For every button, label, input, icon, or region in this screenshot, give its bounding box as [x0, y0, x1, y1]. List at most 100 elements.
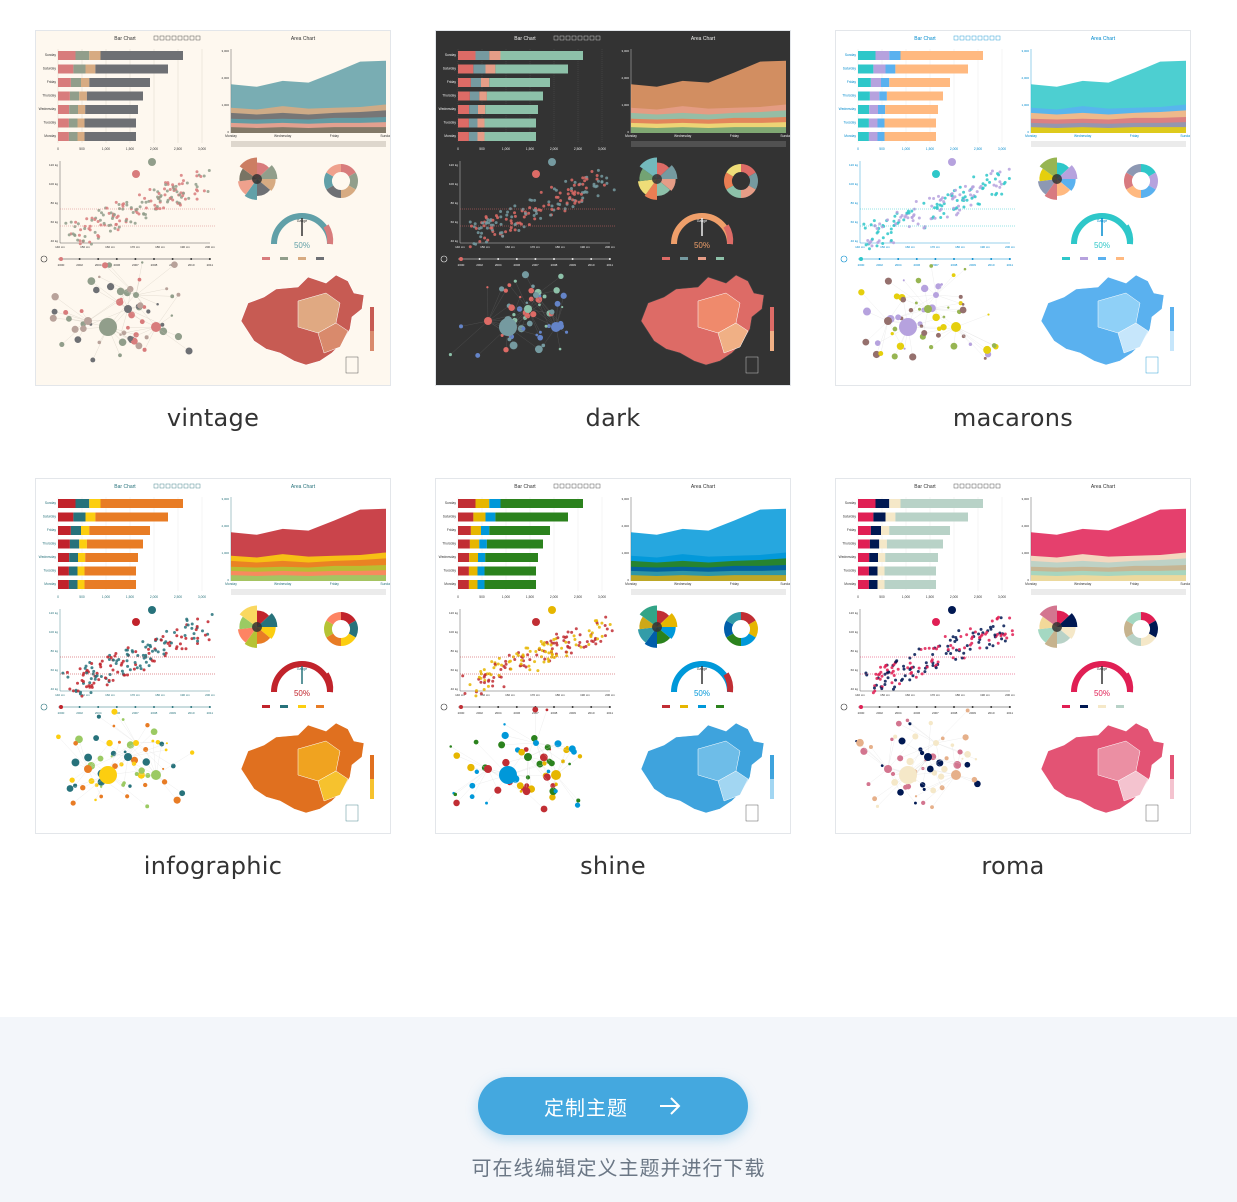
theme-thumbnail[interactable]: Bar Chart Sunday Saturday Friday Thursday Wed… — [35, 30, 391, 386]
timeline-point[interactable] — [97, 706, 100, 708]
timeline-point[interactable] — [497, 706, 500, 708]
visualmap-bar[interactable] — [370, 331, 374, 351]
timeline-point[interactable] — [971, 706, 974, 708]
timeline-point[interactable] — [878, 258, 881, 260]
legend-marker[interactable] — [280, 705, 288, 708]
timeline-point[interactable] — [134, 258, 137, 260]
timeline-point[interactable] — [553, 258, 555, 260]
theme-thumbnail[interactable]: Bar Chart Sunday Saturday Friday Thursday Wed… — [835, 30, 1191, 386]
legend-marker[interactable] — [280, 257, 288, 260]
theme-card-dark[interactable]: Bar Chart Sunday Saturday Friday Thursday Wed… — [435, 30, 791, 432]
visualmap-bar[interactable] — [770, 331, 774, 351]
legend-marker[interactable] — [662, 257, 670, 260]
timeline-point[interactable] — [478, 258, 481, 260]
theme-card-vintage[interactable]: Bar Chart Sunday Saturday Friday Thursday Wed… — [35, 30, 391, 432]
legend-marker[interactable] — [1098, 257, 1106, 260]
theme-card-roma[interactable]: Bar Chart Sunday Saturday Friday Thursday Wed… — [835, 478, 1191, 880]
legend-marker[interactable] — [698, 257, 706, 260]
timeline-point[interactable] — [134, 706, 137, 708]
timeline-point[interactable] — [608, 258, 611, 260]
timeline-point[interactable] — [953, 258, 955, 260]
legend-marker[interactable] — [298, 257, 306, 260]
customize-theme-button[interactable]: 定制主题 — [478, 1077, 748, 1135]
timeline-point[interactable] — [953, 706, 955, 708]
timeline-point[interactable] — [153, 258, 155, 260]
datazoom-slider[interactable] — [231, 589, 386, 595]
timeline-point[interactable] — [78, 706, 81, 708]
theme-card-macarons[interactable]: Bar Chart Sunday Saturday Friday Thursday Wed… — [835, 30, 1191, 432]
visualmap-bar[interactable] — [770, 779, 774, 799]
timeline-point[interactable] — [934, 706, 937, 708]
timeline-point[interactable] — [590, 706, 593, 708]
datazoom-slider[interactable] — [1031, 589, 1186, 595]
legend-marker[interactable] — [316, 257, 324, 260]
timeline-point[interactable] — [971, 258, 974, 260]
timeline-point[interactable] — [190, 258, 193, 260]
timeline-point[interactable] — [497, 258, 500, 260]
timeline-point[interactable] — [897, 258, 900, 260]
timeline-point[interactable] — [208, 258, 211, 260]
timeline-point[interactable] — [859, 705, 863, 709]
legend-marker[interactable] — [1080, 257, 1088, 260]
visualmap-bar[interactable] — [1170, 331, 1174, 351]
timeline-point[interactable] — [590, 258, 593, 260]
timeline-point[interactable] — [934, 258, 937, 260]
timeline-point[interactable] — [78, 258, 81, 260]
legend-marker[interactable] — [662, 705, 670, 708]
timeline-point[interactable] — [459, 705, 463, 709]
timeline-point[interactable] — [878, 706, 881, 708]
theme-thumbnail[interactable]: Bar Chart Sunday Saturday Friday Thursday Wed… — [435, 30, 791, 386]
timeline-point[interactable] — [990, 706, 993, 708]
timeline-point[interactable] — [515, 706, 518, 708]
timeline-point[interactable] — [153, 706, 155, 708]
legend-marker[interactable] — [680, 257, 688, 260]
timeline-point[interactable] — [478, 706, 481, 708]
legend-marker[interactable] — [716, 705, 724, 708]
timeline-point[interactable] — [459, 257, 463, 261]
legend-marker[interactable] — [262, 705, 270, 708]
timeline-point[interactable] — [553, 706, 555, 708]
datazoom-slider[interactable] — [231, 141, 386, 147]
visualmap-bar[interactable] — [370, 779, 374, 799]
timeline-point[interactable] — [1008, 706, 1011, 708]
timeline-point[interactable] — [571, 706, 574, 708]
timeline-point[interactable] — [59, 705, 63, 709]
timeline-point[interactable] — [571, 258, 574, 260]
datazoom-slider[interactable] — [1031, 141, 1186, 147]
timeline-point[interactable] — [115, 706, 118, 708]
legend-marker[interactable] — [1080, 705, 1088, 708]
legend-marker[interactable] — [316, 705, 324, 708]
legend-marker[interactable] — [298, 705, 306, 708]
theme-thumbnail[interactable]: Bar Chart Sunday Saturday Friday Thursday Wed… — [835, 478, 1191, 834]
theme-card-shine[interactable]: Bar Chart Sunday Saturday Friday Thursday Wed… — [435, 478, 791, 880]
legend-marker[interactable] — [1116, 257, 1124, 260]
datazoom-slider[interactable] — [631, 589, 786, 595]
legend-marker[interactable] — [1062, 705, 1070, 708]
legend-marker[interactable] — [1116, 705, 1124, 708]
theme-thumbnail[interactable]: Bar Chart Sunday Saturday Friday Thursday Wed… — [35, 478, 391, 834]
timeline-point[interactable] — [915, 258, 918, 260]
legend-marker[interactable] — [716, 257, 724, 260]
legend-marker[interactable] — [1098, 705, 1106, 708]
timeline-point[interactable] — [608, 706, 611, 708]
timeline-point[interactable] — [171, 706, 174, 708]
timeline-point[interactable] — [190, 706, 193, 708]
theme-thumbnail[interactable]: Bar Chart Sunday Saturday Friday Thursday Wed… — [435, 478, 791, 834]
timeline-point[interactable] — [171, 258, 174, 260]
visualmap-bar[interactable] — [1170, 779, 1174, 799]
datazoom-slider[interactable] — [631, 141, 786, 147]
timeline-point[interactable] — [97, 258, 100, 260]
timeline-point[interactable] — [208, 706, 211, 708]
legend-marker[interactable] — [1062, 257, 1070, 260]
timeline-point[interactable] — [859, 257, 863, 261]
legend-marker[interactable] — [680, 705, 688, 708]
timeline-point[interactable] — [990, 258, 993, 260]
timeline-point[interactable] — [515, 258, 518, 260]
timeline-point[interactable] — [897, 706, 900, 708]
legend-marker[interactable] — [698, 705, 706, 708]
timeline-point[interactable] — [1008, 258, 1011, 260]
timeline-point[interactable] — [534, 258, 537, 260]
legend-marker[interactable] — [262, 257, 270, 260]
theme-card-infographic[interactable]: Bar Chart Sunday Saturday Friday Thursday Wed… — [35, 478, 391, 880]
timeline-point[interactable] — [115, 258, 118, 260]
